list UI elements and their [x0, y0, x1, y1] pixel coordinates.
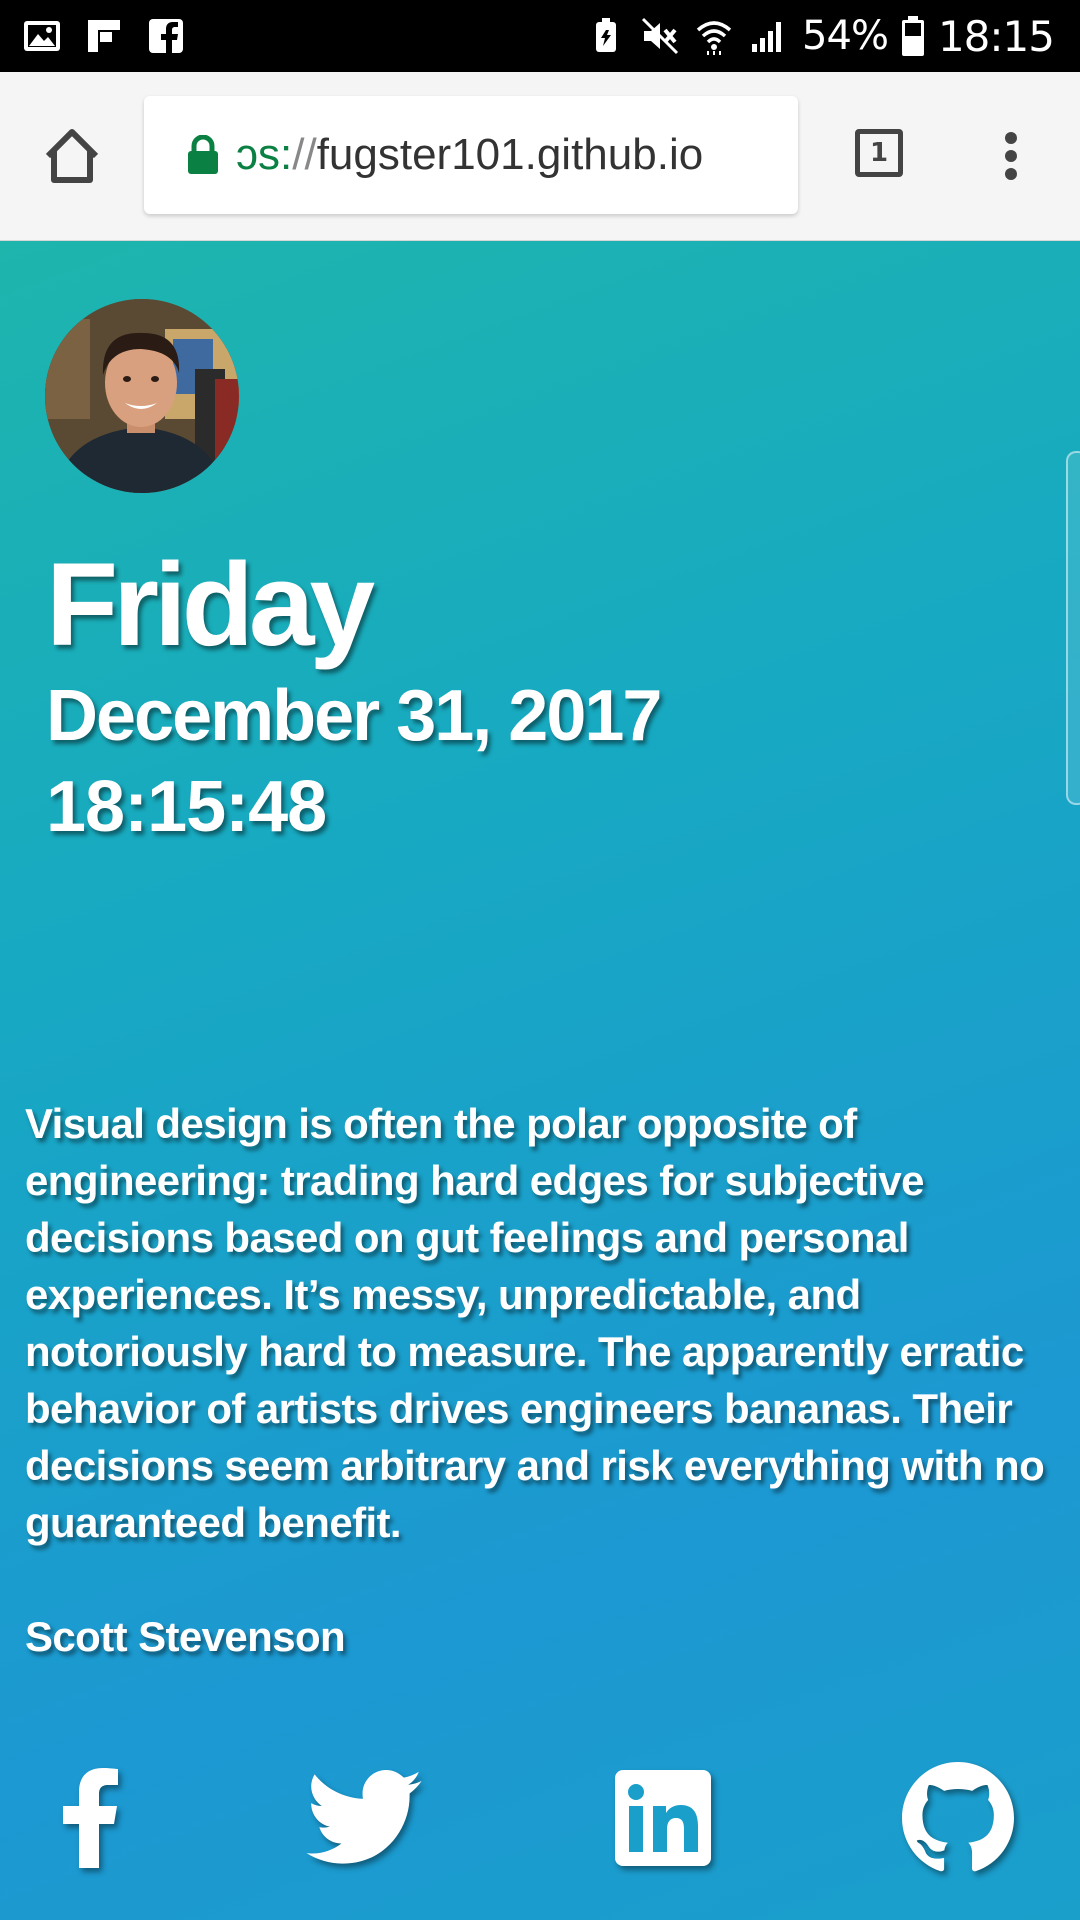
wifi-icon — [696, 21, 732, 55]
facebook-icon — [63, 1768, 118, 1868]
battery-saver-icon — [596, 18, 617, 52]
github-icon — [902, 1762, 1014, 1872]
more-menu-icon[interactable] — [996, 126, 1026, 186]
github-link[interactable] — [898, 1758, 1018, 1878]
browser-toolbar: ɔs://fugster101.github.io 1 — [0, 72, 1080, 241]
url-text: ɔs://fugster101.github.io — [236, 130, 703, 180]
battery-icon — [901, 16, 924, 56]
scrollbar[interactable] — [1066, 451, 1080, 805]
facebook-notification-icon — [149, 19, 183, 53]
url-host: fugster101.github.io — [316, 130, 704, 179]
status-bar: 54% 18:15 — [0, 0, 1080, 72]
status-clock: 18:15 — [937, 11, 1055, 61]
page-content: Friday December 31, 2017 18:15:48 Visual… — [0, 241, 1080, 1920]
day-heading: Friday — [46, 539, 375, 671]
tab-switcher-button[interactable]: 1 — [855, 129, 903, 177]
avatar — [45, 299, 239, 493]
url-separator: // — [292, 130, 317, 179]
flipboard-icon — [88, 20, 120, 52]
cell-signal-icon — [752, 22, 782, 52]
status-notifications — [22, 14, 186, 58]
battery-percent: 54% — [802, 13, 889, 59]
status-system: 54% 18:15 — [586, 0, 1055, 72]
twitter-link[interactable] — [304, 1758, 424, 1878]
quote-text: Visual design is often the polar opposit… — [25, 1100, 1045, 1546]
date-heading: December 31, 2017 — [46, 676, 662, 756]
linkedin-icon — [615, 1770, 711, 1866]
home-icon[interactable] — [40, 126, 104, 186]
time-heading: 18:15:48 — [46, 767, 327, 847]
gallery-icon — [24, 21, 60, 51]
quote-author: Scott Stevenson — [25, 1613, 346, 1660]
facebook-link[interactable] — [31, 1758, 151, 1878]
linkedin-link[interactable] — [603, 1758, 723, 1878]
url-scheme: ɔs: — [236, 130, 293, 179]
lock-icon — [188, 135, 218, 174]
mute-icon — [641, 17, 679, 55]
twitter-icon — [306, 1770, 422, 1864]
address-bar[interactable]: ɔs://fugster101.github.io — [144, 96, 798, 214]
